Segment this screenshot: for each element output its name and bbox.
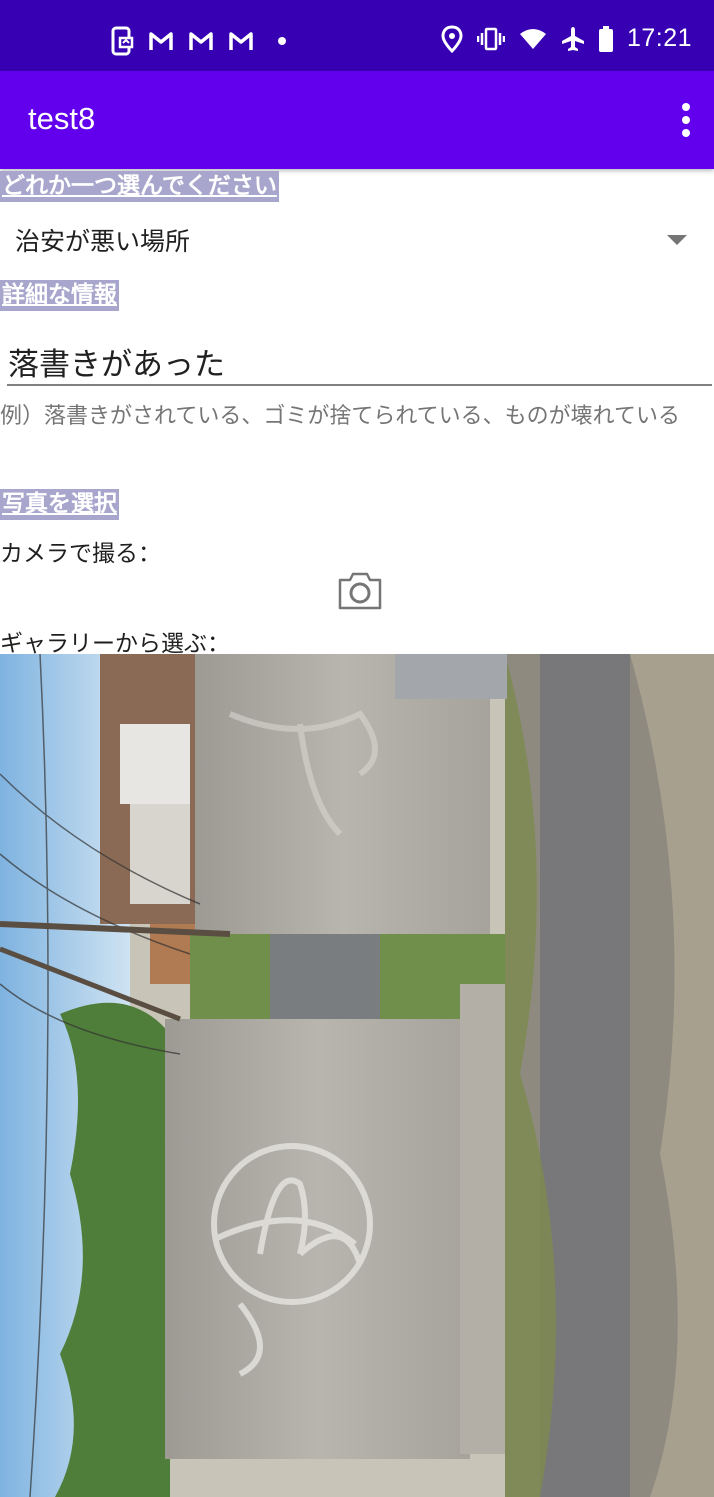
clock-time: 17:21 xyxy=(626,24,692,52)
app-bar: test8 xyxy=(0,71,714,169)
screen-share-icon xyxy=(111,26,134,56)
category-spinner[interactable]: 治安が悪い場所 xyxy=(0,206,714,270)
app-title: test8 xyxy=(28,101,96,136)
gmail-icon xyxy=(149,32,173,50)
camera-icon[interactable] xyxy=(337,571,383,611)
notification-dot-icon xyxy=(278,37,286,45)
notification-icons xyxy=(110,26,290,56)
system-icons: 17:21 xyxy=(441,24,692,53)
details-hint: 例）落書きがされている、ゴミが捨てられている、ものが壊れている xyxy=(0,404,681,429)
battery-icon xyxy=(598,25,613,52)
airplane-icon xyxy=(561,26,584,51)
more-vert-icon[interactable] xyxy=(676,101,696,141)
dropdown-arrow-icon xyxy=(667,235,687,245)
wifi-icon xyxy=(519,28,546,49)
selected-photo[interactable] xyxy=(0,654,714,1497)
details-label: 詳細な情報 xyxy=(0,280,119,311)
location-icon xyxy=(441,24,463,53)
details-input-value: 落書きがあった xyxy=(8,347,225,383)
status-bar: 17:21 xyxy=(0,0,714,71)
details-input[interactable]: 落書きがあった xyxy=(7,326,712,386)
photo-select-label: 写真を選択 xyxy=(0,489,119,520)
vibrate-icon xyxy=(476,27,505,50)
gmail-icon xyxy=(189,32,213,50)
camera-label: カメラで撮る： xyxy=(0,541,161,567)
gmail-icon xyxy=(229,32,253,50)
gallery-label: ギャラリーから選ぶ： xyxy=(0,631,230,657)
spinner-selected-value: 治安が悪い場所 xyxy=(15,227,191,256)
choose-one-label: どれか一つ選んでください xyxy=(0,171,279,202)
